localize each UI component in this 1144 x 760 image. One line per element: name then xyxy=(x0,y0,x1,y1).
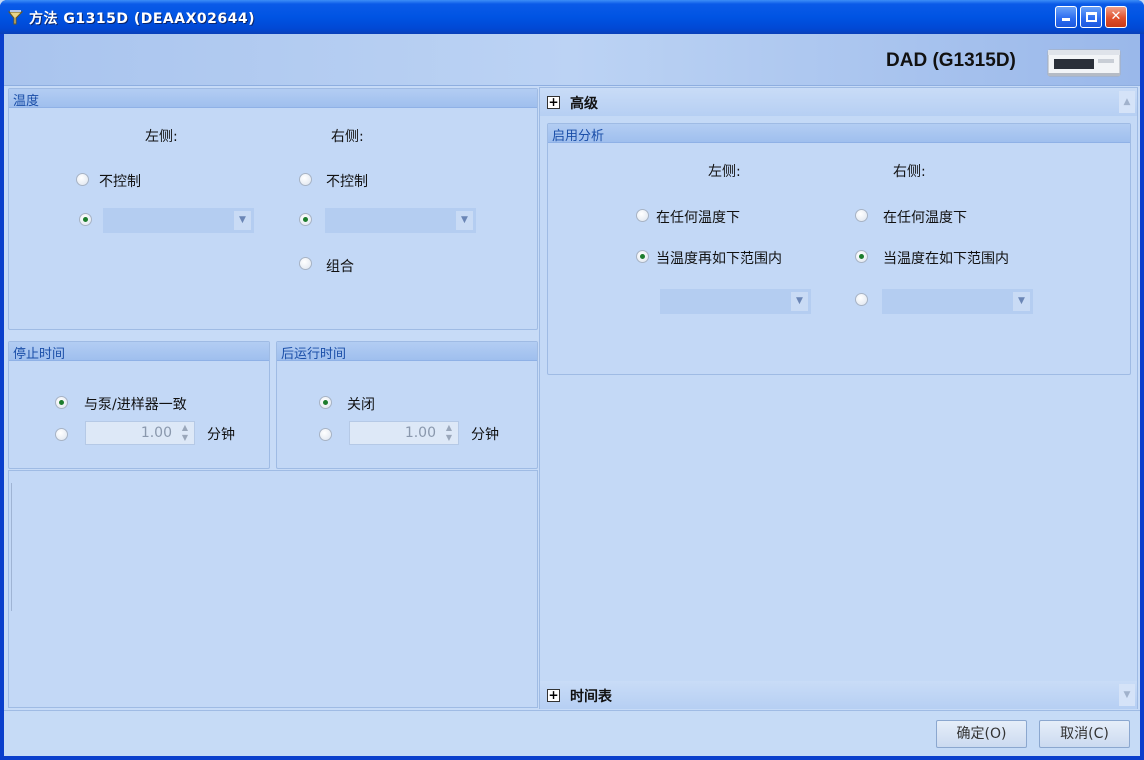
stepper-arrows-icon[interactable]: ▲ ▼ xyxy=(442,423,456,443)
scroll-down-icon[interactable]: ▼ xyxy=(1119,684,1135,706)
analysis-right-range-radio[interactable] xyxy=(855,250,868,263)
analysis-right-any-radio[interactable] xyxy=(855,209,868,222)
advanced-expander[interactable]: + 高级 ▲ xyxy=(540,88,1137,116)
temp-left-value-radio[interactable] xyxy=(79,213,92,226)
stop-time-value-radio[interactable] xyxy=(55,428,68,441)
analysis-right-value-radio[interactable] xyxy=(855,293,868,306)
stop-time-unit: 分钟 xyxy=(207,427,235,443)
expand-plus-icon[interactable]: + xyxy=(547,689,560,702)
dialog-footer: 确定(O) 取消(C) xyxy=(4,710,1140,756)
stop-time-group: 停止时间 与泵/进样器一致 1.00 ▲ ▼ 分钟 xyxy=(8,341,270,469)
close-icon: ✕ xyxy=(1110,9,1122,24)
temperature-group-title: 温度 xyxy=(9,89,537,109)
chevron-down-icon[interactable]: ▼ xyxy=(1013,292,1030,311)
stop-time-stepper[interactable]: 1.00 ▲ ▼ xyxy=(85,421,195,445)
method-window: 方法 G1315D (DEAAX02644) ✕ DAD (G1315D) 温度 xyxy=(0,0,1144,760)
post-time-value-radio[interactable] xyxy=(319,428,332,441)
right-pane: + 高级 ▲ 启用分析 左侧: 右侧: 在任何温度下 当温度再如下范围内 ▼ 在… xyxy=(539,87,1138,709)
timetable-expander[interactable]: + 时间表 ▼ xyxy=(540,681,1137,709)
analysis-right-label: 右侧: xyxy=(893,164,926,180)
module-header: DAD (G1315D) xyxy=(4,34,1140,86)
scroll-up-icon[interactable]: ▲ xyxy=(1119,91,1135,113)
analysis-left-label: 左侧: xyxy=(708,164,741,180)
temperature-left-label: 左侧: xyxy=(145,129,178,145)
module-name: DAD (G1315D) xyxy=(886,50,1016,71)
analysis-right-any-label[interactable]: 在任何温度下 xyxy=(883,207,967,227)
chevron-down-icon[interactable]: ▼ xyxy=(791,292,808,311)
temp-left-no-control-label[interactable]: 不控制 xyxy=(99,171,141,191)
post-time-value: 1.00 xyxy=(404,425,436,441)
stepper-arrows-icon[interactable]: ▲ ▼ xyxy=(178,423,192,443)
minimize-icon xyxy=(1062,18,1070,21)
analysis-left-range-radio[interactable] xyxy=(636,250,649,263)
analysis-left-any-radio[interactable] xyxy=(636,209,649,222)
chevron-down-icon[interactable]: ▼ xyxy=(234,211,251,230)
enable-analysis-title: 启用分析 xyxy=(548,124,1130,144)
temp-combined-radio[interactable] xyxy=(299,257,312,270)
stop-time-value: 1.00 xyxy=(140,425,172,441)
chevron-down-icon[interactable]: ▼ xyxy=(456,211,473,230)
temp-left-no-control-radio[interactable] xyxy=(76,173,89,186)
post-time-stepper[interactable]: 1.00 ▲ ▼ xyxy=(349,421,459,445)
temp-left-combo[interactable]: ▼ xyxy=(103,208,254,233)
expand-plus-icon[interactable]: + xyxy=(547,96,560,109)
title-bar[interactable]: 方法 G1315D (DEAAX02644) ✕ xyxy=(0,0,1144,34)
maximize-button[interactable] xyxy=(1080,6,1102,28)
timetable-title[interactable]: 时间表 xyxy=(570,686,612,706)
advanced-title[interactable]: 高级 xyxy=(570,93,598,113)
post-time-group-title: 后运行时间 xyxy=(277,342,537,362)
splitter[interactable] xyxy=(11,483,14,611)
close-button[interactable]: ✕ xyxy=(1105,6,1127,28)
method-icon xyxy=(7,10,24,25)
temperature-group: 温度 左侧: 右侧: 不控制 ▼ 不控制 ▼ 组合 xyxy=(8,88,538,330)
post-time-unit: 分钟 xyxy=(471,427,499,443)
analysis-right-combo[interactable]: ▼ xyxy=(882,289,1033,314)
post-time-group: 后运行时间 关闭 1.00 ▲ ▼ 分钟 xyxy=(276,341,538,469)
left-pane: 温度 左侧: 右侧: 不控制 ▼ 不控制 ▼ 组合 停止时间 与泵/进样器一致 … xyxy=(8,88,538,708)
maximize-icon xyxy=(1085,12,1097,22)
temp-right-combo[interactable]: ▼ xyxy=(325,208,476,233)
analysis-left-any-label[interactable]: 在任何温度下 xyxy=(656,207,740,227)
ok-button[interactable]: 确定(O) xyxy=(936,720,1027,748)
client-area: DAD (G1315D) 温度 左侧: 右侧: 不控制 ▼ 不控制 ▼ 组合 停… xyxy=(4,34,1140,756)
post-time-off-radio[interactable] xyxy=(319,396,332,409)
temp-combined-label[interactable]: 组合 xyxy=(326,256,354,276)
temperature-right-label: 右侧: xyxy=(331,129,364,145)
post-time-off-label[interactable]: 关闭 xyxy=(347,394,375,414)
stop-time-group-title: 停止时间 xyxy=(9,342,269,362)
cancel-button[interactable]: 取消(C) xyxy=(1039,720,1130,748)
stop-time-sync-label[interactable]: 与泵/进样器一致 xyxy=(84,394,187,414)
temp-right-no-control-radio[interactable] xyxy=(299,173,312,186)
analysis-right-range-label[interactable]: 当温度在如下范围内 xyxy=(883,248,1009,268)
left-empty-panel xyxy=(8,470,538,708)
window-title: 方法 G1315D (DEAAX02644) xyxy=(29,11,255,27)
dad-module-icon xyxy=(1047,49,1121,77)
analysis-left-combo[interactable]: ▼ xyxy=(660,289,811,314)
enable-analysis-group: 启用分析 左侧: 右侧: 在任何温度下 当温度再如下范围内 ▼ 在任何温度下 当… xyxy=(547,123,1131,375)
temp-right-value-radio[interactable] xyxy=(299,213,312,226)
analysis-left-range-label[interactable]: 当温度再如下范围内 xyxy=(656,248,782,268)
temp-right-no-control-label[interactable]: 不控制 xyxy=(326,171,368,191)
minimize-button[interactable] xyxy=(1055,6,1077,28)
stop-time-sync-radio[interactable] xyxy=(55,396,68,409)
